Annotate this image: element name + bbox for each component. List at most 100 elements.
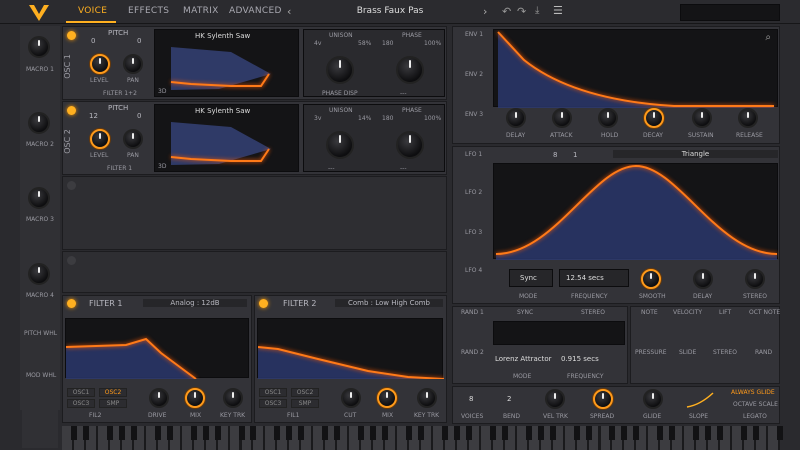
black-key[interactable] xyxy=(501,426,508,440)
filter-1-enable-toggle[interactable] xyxy=(67,299,76,308)
filter-2-osc1-btn[interactable]: OSC1 xyxy=(259,388,287,397)
envelope-display[interactable]: ⌕ xyxy=(493,29,778,108)
black-key[interactable] xyxy=(166,426,173,440)
lfo-frequency-box[interactable]: 12.54 secs xyxy=(559,269,629,287)
menu-icon[interactable]: ☰ xyxy=(553,4,563,17)
osc-2-unison-knob[interactable] xyxy=(326,131,354,159)
black-key[interactable] xyxy=(418,426,424,440)
osc-1-pan-knob[interactable] xyxy=(123,54,143,74)
mod-lift[interactable]: LIFT xyxy=(719,309,731,316)
lfo-smooth-knob[interactable] xyxy=(641,269,661,289)
macro-2-knob[interactable] xyxy=(28,112,50,134)
rand-mode-value[interactable]: Lorenz Attractor xyxy=(495,355,552,363)
black-key[interactable] xyxy=(286,426,293,440)
osc-2-dist-dropdown[interactable]: --- xyxy=(400,165,407,172)
osc-1-filter-route[interactable]: FILTER 1+2 xyxy=(103,90,137,97)
env-delay-knob[interactable] xyxy=(506,108,526,128)
black-key[interactable] xyxy=(525,426,532,440)
osc-1-voices[interactable]: 4v xyxy=(314,40,321,47)
filter-2-type-selector[interactable]: Comb : Low High Comb xyxy=(335,299,443,307)
filter-1-osc3-btn[interactable]: OSC3 xyxy=(67,399,95,408)
black-key[interactable] xyxy=(70,426,77,440)
tab-advanced[interactable]: ADVANCED xyxy=(229,6,282,16)
tab-effects[interactable]: EFFECTS xyxy=(128,6,169,16)
black-key[interactable] xyxy=(573,426,580,440)
black-key[interactable] xyxy=(621,426,628,440)
osc-2-phase-pct[interactable]: 100% xyxy=(424,115,441,122)
filter-1-osc1-btn[interactable]: OSC1 xyxy=(67,388,95,397)
osc-1-level-knob[interactable] xyxy=(90,54,110,74)
env-3-tab[interactable]: ENV 3 xyxy=(465,111,483,118)
lfo-mode-value[interactable]: Sync xyxy=(520,274,537,282)
always-glide-toggle[interactable]: ALWAYS GLIDE xyxy=(731,389,775,396)
black-key[interactable] xyxy=(657,426,664,440)
black-key[interactable] xyxy=(465,426,472,440)
filter-1-keytrack-knob[interactable] xyxy=(223,388,243,408)
osc-2-phase-knob[interactable] xyxy=(396,131,424,159)
lfo-delay-knob[interactable] xyxy=(693,269,713,289)
rand-1-tab[interactable]: RAND 1 xyxy=(461,309,484,316)
macro-1-knob[interactable] xyxy=(28,36,50,58)
osc-1-phase-disp[interactable]: PHASE DISP xyxy=(322,90,358,97)
osc-1-dist-dropdown[interactable]: --- xyxy=(400,90,407,97)
filter-2-keytrack-knob[interactable] xyxy=(417,388,437,408)
osc-2-3d-toggle[interactable]: 3D xyxy=(158,163,166,170)
osc-2-wavetable-display[interactable]: HK Sylenth Saw 3D xyxy=(154,104,299,172)
filter-2-response-display[interactable] xyxy=(257,318,445,380)
osc-1-unison-knob[interactable] xyxy=(326,56,354,84)
lfo-2-tab[interactable]: LFO 2 xyxy=(465,189,482,196)
filter-2-osc2-btn[interactable]: OSC2 xyxy=(291,388,319,397)
black-key[interactable] xyxy=(130,426,137,440)
bend-value[interactable]: 2 xyxy=(507,395,511,403)
osc-1-pitch-right[interactable]: 0 xyxy=(137,37,141,45)
black-key[interactable] xyxy=(274,426,281,440)
filter-1-fil-btn[interactable]: FIL2 xyxy=(89,412,101,419)
env-sustain-knob[interactable] xyxy=(692,108,712,128)
black-key[interactable] xyxy=(441,426,448,440)
filter-1-osc2-btn[interactable]: OSC2 xyxy=(99,388,127,397)
filter-2-fil-btn[interactable]: FIL1 xyxy=(287,412,299,419)
mod-rand[interactable]: RAND xyxy=(755,349,772,356)
black-key[interactable] xyxy=(118,426,125,440)
lfo-shape-selector[interactable]: Triangle xyxy=(613,150,778,158)
black-key[interactable] xyxy=(334,426,341,440)
env-1-tab[interactable]: ENV 1 xyxy=(465,31,483,38)
osc-2-level-knob[interactable] xyxy=(90,129,110,149)
black-key[interactable] xyxy=(633,426,640,440)
env-2-tab[interactable]: ENV 2 xyxy=(465,71,483,78)
lfo-rate-num[interactable]: 8 xyxy=(553,151,557,159)
spread-knob[interactable] xyxy=(593,389,613,409)
macro-3-knob[interactable] xyxy=(28,187,50,209)
filter-2-smp-btn[interactable]: SMP xyxy=(291,399,319,408)
black-key[interactable] xyxy=(370,426,377,440)
env-decay-knob[interactable] xyxy=(644,108,664,128)
black-key[interactable] xyxy=(537,426,544,440)
rand-frequency-value[interactable]: 0.915 secs xyxy=(561,355,599,363)
osc-1-wavetable-name[interactable]: HK Sylenth Saw xyxy=(195,32,250,40)
vel-track-knob[interactable] xyxy=(545,389,565,409)
keyboard-octave-control[interactable] xyxy=(22,410,58,448)
black-key[interactable] xyxy=(585,426,592,440)
black-key[interactable] xyxy=(489,426,496,440)
black-key[interactable] xyxy=(741,426,748,440)
filter-2-cut-knob[interactable] xyxy=(341,388,361,408)
mod-velocity[interactable]: VELOCITY xyxy=(673,309,702,316)
lfo-4-tab[interactable]: LFO 4 xyxy=(465,267,482,274)
osc-1-wavetable-display[interactable]: HK Sylenth Saw 3D xyxy=(154,29,299,97)
black-key[interactable] xyxy=(238,426,245,440)
env-release-knob[interactable] xyxy=(738,108,758,128)
black-key[interactable] xyxy=(202,426,209,440)
black-key[interactable] xyxy=(705,426,712,440)
undo-icon[interactable]: ↶ xyxy=(502,5,511,18)
osc-2-spectral-dropdown[interactable]: --- xyxy=(328,165,335,172)
save-icon[interactable]: ⤓ xyxy=(535,5,539,16)
black-key[interactable] xyxy=(406,426,413,440)
osc-1-phase-val[interactable]: 180 xyxy=(382,40,393,47)
osc-2-phase-val[interactable]: 180 xyxy=(382,115,393,122)
black-key[interactable] xyxy=(669,426,676,440)
osc-1-3d-toggle[interactable]: 3D xyxy=(158,88,166,95)
black-key[interactable] xyxy=(717,426,724,440)
filter-1-smp-btn[interactable]: SMP xyxy=(99,399,127,408)
osc-1-enable-toggle[interactable] xyxy=(67,31,76,40)
redo-icon[interactable]: ↷ xyxy=(517,5,526,18)
